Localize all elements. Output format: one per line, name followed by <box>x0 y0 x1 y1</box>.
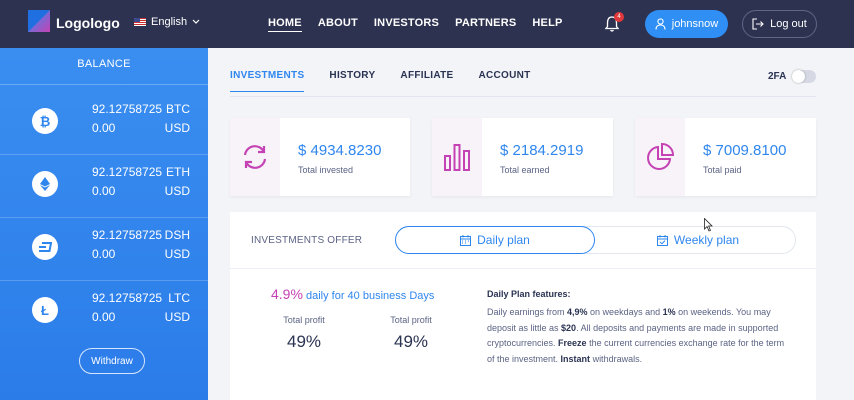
coin-usd-label: USD <box>164 121 190 135</box>
weekly-plan-button[interactable]: Weekly plan <box>600 226 796 254</box>
coin-usd-amount: 0.00 <box>92 247 116 261</box>
nav-help[interactable]: HELP <box>532 17 562 32</box>
tab-account[interactable]: ACCOUNT <box>478 70 530 92</box>
coin-row-eth: 92.12758725 ETH 0.00 USD <box>0 156 208 218</box>
logo-text[interactable]: Logologo <box>56 15 120 31</box>
tab-history[interactable]: HISTORY <box>329 70 375 92</box>
stat-card-paid: $ 7009.8100 Total paid <box>635 118 816 196</box>
features-title: Daily Plan features: <box>487 289 571 299</box>
total-profit-label: Total profit <box>283 315 325 325</box>
us-flag-icon <box>134 18 146 26</box>
nav-home[interactable]: HOME <box>268 17 302 32</box>
total-profit-value: 49% <box>393 332 429 351</box>
daily-plan-label: Daily plan <box>477 233 530 247</box>
coin-currency: BTC <box>166 102 190 116</box>
plan-rate: 4.9% daily for 40 business Days <box>271 286 434 302</box>
total-profit-value: 49% <box>286 332 322 351</box>
tab-affiliate[interactable]: AFFILIATE <box>400 70 453 92</box>
pie-chart-icon <box>647 142 675 170</box>
user-icon <box>655 18 666 30</box>
rate-text: daily for 40 business Days <box>305 290 435 302</box>
coin-amount: 92.12758725 <box>92 291 163 305</box>
logout-button[interactable]: Log out <box>742 10 817 38</box>
nav-about[interactable]: ABOUT <box>318 17 358 32</box>
coin-amount: 92.12758725 <box>92 165 163 179</box>
divider <box>0 217 208 218</box>
stat-label: Total earned <box>500 165 550 175</box>
divider <box>230 268 816 269</box>
coin-usd-label: USD <box>164 247 190 261</box>
mouse-cursor-icon <box>704 218 713 232</box>
rate-percent: 4.9% <box>271 286 303 302</box>
stat-value: $ 4934.8230 <box>298 142 382 159</box>
notification-badge: 4 <box>614 12 624 22</box>
total-profit-label: Total profit <box>390 315 432 325</box>
stat-card-earned: $ 2184.2919 Total earned <box>432 118 613 196</box>
logout-label: Log out <box>770 18 807 30</box>
coin-usd-amount: 0.00 <box>92 184 116 198</box>
twofa-toggle[interactable] <box>792 70 816 83</box>
coin-currency: DSH <box>164 228 190 242</box>
coin-currency: LTC <box>168 291 190 305</box>
coin-row-btc: ₿ 92.12758725 BTC 0.00 USD <box>0 93 208 155</box>
stat-label: Total invested <box>298 165 354 175</box>
features-text: Daily earnings from 4,9% on weekdays and… <box>487 307 785 364</box>
coin-usd-label: USD <box>164 310 190 324</box>
bar-chart-icon <box>444 144 470 171</box>
stat-icon-box <box>432 118 482 196</box>
username: johnsnow <box>671 18 719 30</box>
balance-title: BALANCE <box>77 58 131 70</box>
dash-icon <box>32 234 58 260</box>
stat-icon-box <box>230 118 280 196</box>
coin-amount: 92.12758725 <box>92 228 163 242</box>
coin-row-ltc: Ł 92.12758725 LTC 0.00 USD <box>0 282 208 344</box>
stat-icon-box <box>635 118 685 196</box>
coin-amount: 92.12758725 <box>92 102 163 116</box>
nav-investors[interactable]: INVESTORS <box>374 17 439 32</box>
stat-value: $ 7009.8100 <box>703 142 787 159</box>
stat-value: $ 2184.2919 <box>500 142 584 159</box>
bitcoin-icon: ₿ <box>32 108 58 134</box>
chevron-down-icon <box>192 19 200 24</box>
stat-label: Total paid <box>703 165 742 175</box>
logo-icon[interactable] <box>28 10 50 32</box>
refresh-icon <box>243 145 267 169</box>
coin-usd-label: USD <box>164 184 190 198</box>
weekly-plan-label: Weekly plan <box>673 233 740 247</box>
account-tabs: INVESTMENTS HISTORY AFFILIATE ACCOUNT <box>230 70 531 92</box>
litecoin-icon: Ł <box>32 297 58 323</box>
divider <box>0 84 208 85</box>
withdraw-button[interactable]: Withdraw <box>79 348 145 374</box>
coin-usd-amount: 0.00 <box>92 121 116 135</box>
user-button[interactable]: johnsnow <box>645 10 728 38</box>
offer-label: INVESTMENTS OFFER <box>251 235 363 246</box>
divider <box>230 96 816 97</box>
balance-sidebar: BALANCE ₿ 92.12758725 BTC 0.00 USD 92.12… <box>0 48 208 400</box>
divider <box>0 280 208 281</box>
language-selector[interactable]: English <box>134 16 200 28</box>
twofa-label: 2FA <box>768 71 787 82</box>
main-nav: HOME ABOUT INVESTORS PARTNERS HELP <box>268 17 563 32</box>
calendar-check-icon <box>656 234 668 246</box>
stat-card-invested: $ 4934.8230 Total invested <box>230 118 410 196</box>
tab-investments[interactable]: INVESTMENTS <box>230 70 305 92</box>
divider <box>0 154 208 155</box>
coin-row-dsh: 92.12758725 DSH 0.00 USD <box>0 219 208 281</box>
logout-icon <box>752 18 764 30</box>
language-label: English <box>151 16 188 28</box>
coin-currency: ETH <box>166 165 190 179</box>
nav-partners[interactable]: PARTNERS <box>455 17 516 32</box>
ethereum-icon <box>32 171 58 197</box>
calendar-icon <box>460 234 472 246</box>
daily-plan-button[interactable]: Daily plan <box>395 226 595 254</box>
coin-usd-amount: 0.00 <box>92 310 116 324</box>
